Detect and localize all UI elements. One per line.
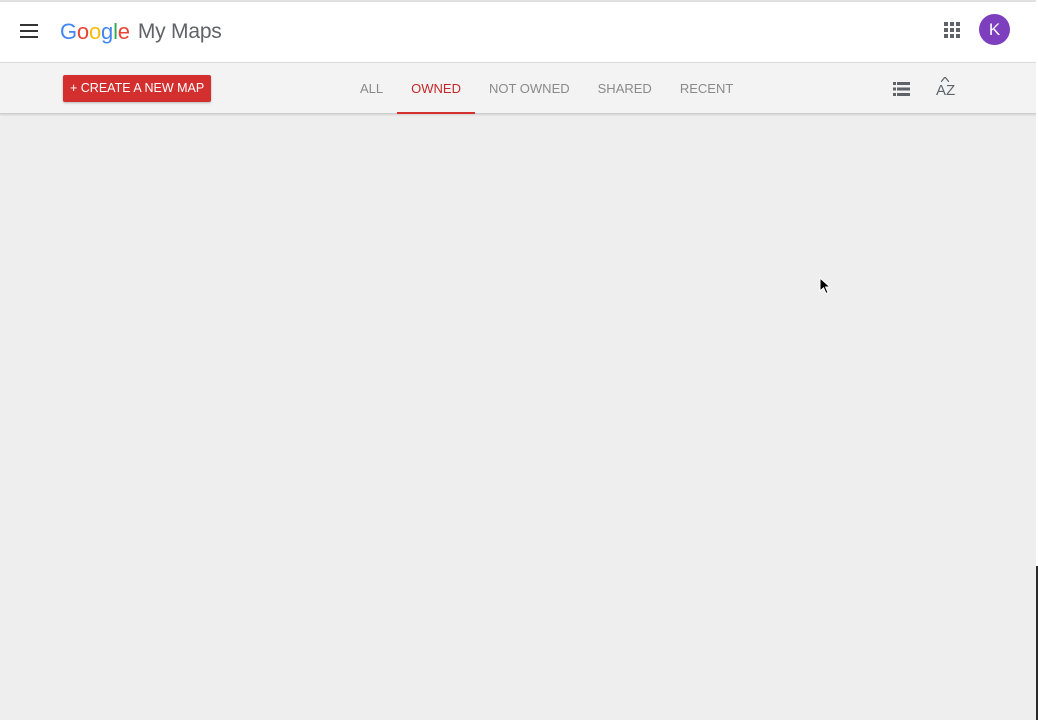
filter-tabs: ALL OWNED NOT OWNED SHARED RECENT xyxy=(346,63,747,114)
tab-owned[interactable]: OWNED xyxy=(397,63,475,114)
google-wordmark: Google xyxy=(60,19,130,45)
tab-recent[interactable]: RECENT xyxy=(666,63,747,114)
mouse-pointer-icon xyxy=(819,277,831,295)
tab-not-owned[interactable]: NOT OWNED xyxy=(475,63,584,114)
sort-button[interactable]: AZ xyxy=(933,76,961,102)
account-avatar[interactable]: K xyxy=(979,14,1010,45)
maps-toolbar: + CREATE A NEW MAP ALL OWNED NOT OWNED SHAR… xyxy=(0,62,1038,114)
logo-letter: o xyxy=(88,19,102,44)
logo-letter: g xyxy=(101,19,114,44)
logo-letter: o xyxy=(76,19,89,44)
tab-all[interactable]: ALL xyxy=(346,63,397,114)
logo-letter: e xyxy=(117,19,130,44)
app-header: Google My Maps K xyxy=(0,0,1038,62)
google-apps-button[interactable] xyxy=(938,16,966,44)
main-menu-button[interactable] xyxy=(14,16,44,46)
list-view-button[interactable] xyxy=(890,78,912,100)
maps-list-area xyxy=(0,114,1038,720)
apps-grid-icon xyxy=(944,22,960,38)
logo-letter: G xyxy=(60,19,77,44)
tab-shared[interactable]: SHARED xyxy=(584,63,666,114)
product-name: My Maps xyxy=(137,20,222,43)
app-logo[interactable]: Google My Maps xyxy=(60,16,222,48)
create-new-map-button[interactable]: + CREATE A NEW MAP xyxy=(63,75,212,102)
list-view-icon xyxy=(892,82,910,96)
sort-label: AZ xyxy=(936,82,956,99)
hamburger-menu-icon xyxy=(20,24,38,38)
